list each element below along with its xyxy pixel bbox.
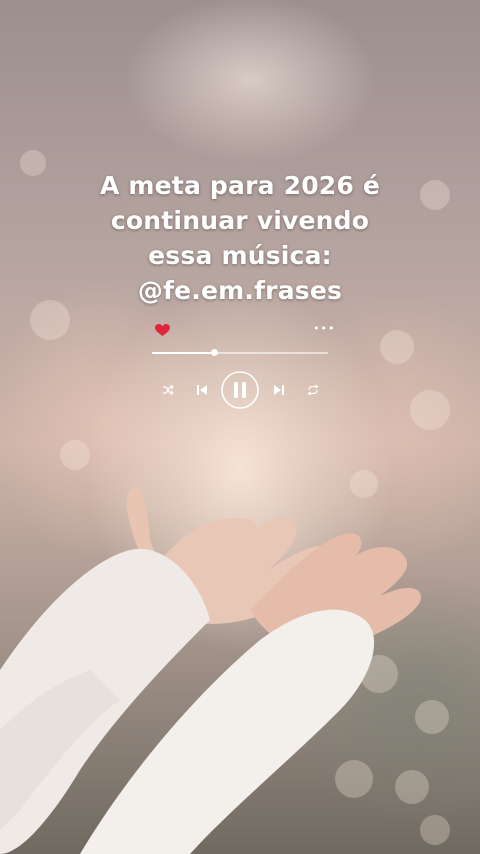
open-hands-illustration bbox=[0, 486, 421, 854]
progress-bar[interactable] bbox=[152, 349, 328, 356]
music-player-widget: ••• bbox=[152, 320, 334, 415]
progress-knob[interactable] bbox=[210, 349, 218, 356]
pause-icon[interactable] bbox=[220, 370, 260, 410]
caption-line-2: continuar vivendo bbox=[110, 206, 370, 235]
next-icon[interactable] bbox=[273, 384, 285, 396]
caption-overlay: A meta para 2026 é continuar vivendo ess… bbox=[40, 168, 440, 308]
repeat-icon[interactable] bbox=[307, 384, 319, 396]
caption-line-4: @fe.em.frases bbox=[137, 276, 343, 305]
caption-line-3: essa música: bbox=[148, 241, 332, 270]
more-icon[interactable]: ••• bbox=[313, 323, 335, 334]
shuffle-icon[interactable] bbox=[162, 384, 174, 396]
heart-icon[interactable] bbox=[155, 324, 170, 337]
playback-controls bbox=[152, 370, 328, 410]
caption-line-1: A meta para 2026 é bbox=[99, 171, 381, 200]
progress-fill bbox=[152, 352, 214, 354]
previous-icon[interactable] bbox=[196, 384, 208, 396]
